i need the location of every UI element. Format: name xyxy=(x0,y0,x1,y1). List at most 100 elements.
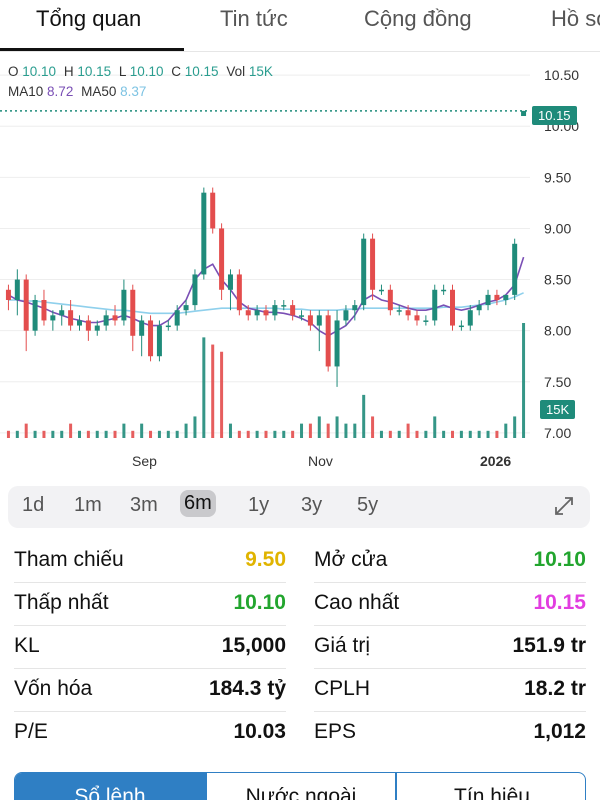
open-value: 10.10 xyxy=(22,64,57,79)
range-5y[interactable]: 5y xyxy=(357,494,378,517)
segment-order-book[interactable]: Sổ lệnh xyxy=(15,773,205,800)
candle-body xyxy=(227,274,233,290)
low-price-value: 10.10 xyxy=(233,591,286,614)
market-cap-value: 184.3 tỷ xyxy=(208,677,286,700)
bottom-segmented-control: Sổ lệnh Nước ngoài Tín hiệu xyxy=(14,772,586,800)
volume-bar xyxy=(104,430,108,438)
candle-body xyxy=(343,310,349,321)
volume-bar xyxy=(122,423,126,438)
range-3m[interactable]: 3m xyxy=(130,494,158,517)
stats-row: Tham chiếu 9.50 Mở cửa 10.10 xyxy=(0,540,600,582)
trade-value-value: 151.9 tr xyxy=(512,634,586,657)
tab-overview[interactable]: Tổng quan xyxy=(36,6,141,32)
candle-body xyxy=(14,279,20,300)
volume-bar xyxy=(193,416,197,438)
candle-body xyxy=(192,274,198,306)
volume-bar xyxy=(397,430,401,438)
open-price-label: Mở cửa xyxy=(314,548,388,571)
volume-bar xyxy=(211,344,215,438)
volume-bar xyxy=(335,416,339,438)
volume-bar xyxy=(371,416,375,438)
stats-row: KL 15,000 Giá trị 151.9 tr xyxy=(0,626,600,668)
ma10-label: MA10 xyxy=(8,84,44,99)
volume-bar xyxy=(202,337,206,438)
range-3y[interactable]: 3y xyxy=(301,494,322,517)
x-tick-label: Sep xyxy=(132,453,157,469)
volume-bar xyxy=(175,430,179,438)
candle-body xyxy=(94,325,100,331)
candle-body xyxy=(361,238,367,306)
candle-body xyxy=(263,310,269,316)
volume-bar xyxy=(513,416,517,438)
low-value: 10.10 xyxy=(129,64,164,79)
volume-bar xyxy=(33,430,37,438)
volume-bar xyxy=(51,430,55,438)
volume-bar xyxy=(157,430,161,438)
range-6m[interactable]: 6m xyxy=(180,490,216,517)
segment-signals[interactable]: Tín hiệu xyxy=(397,773,585,800)
ma50-label: MA50 xyxy=(81,84,117,99)
volume-bar xyxy=(24,423,28,438)
volume-value: 15K xyxy=(248,64,273,79)
volume-bar xyxy=(468,430,472,438)
last-price-tag: 10.15 xyxy=(532,106,577,125)
volume-bar xyxy=(388,430,392,438)
x-tick-label: 2026 xyxy=(480,453,511,469)
candle-body xyxy=(112,315,118,321)
candle-body xyxy=(405,310,411,316)
tab-profile[interactable]: Hồ sơ xyxy=(551,6,600,32)
volume-bar xyxy=(131,430,135,438)
volume-bar xyxy=(406,423,410,438)
volume-bar xyxy=(77,430,81,438)
volume-bar xyxy=(237,430,241,438)
tab-community[interactable]: Cộng đồng xyxy=(364,6,472,32)
candle-body xyxy=(467,310,473,326)
candlestick-chart-svg[interactable]: 10.5010.009.509.008.508.007.507.00Sep Nov… xyxy=(0,52,600,476)
volume-tag: 15K xyxy=(540,400,576,419)
volume-bar xyxy=(15,430,19,438)
volume-bar xyxy=(140,423,144,438)
candle-body xyxy=(325,315,331,367)
price-chart[interactable]: 10.50 10.00 9.50 9.00 8.50 8.00 7.50 7.00 Sep Nov… xyxy=(0,52,600,476)
segment-foreign[interactable]: Nước ngoài xyxy=(207,773,395,800)
y-tick-label: 9.00 xyxy=(544,220,571,236)
stats-row: Thấp nhất 10.10 Cao nhất 10.15 xyxy=(0,583,600,625)
volume-bar xyxy=(300,423,304,438)
eps-value: 1,012 xyxy=(533,720,586,743)
volume-bar xyxy=(308,423,312,438)
range-1d[interactable]: 1d xyxy=(22,494,44,517)
candle-body xyxy=(148,320,154,357)
low-label: L xyxy=(118,64,126,79)
volume-bar xyxy=(282,430,286,438)
candle-body xyxy=(174,310,180,326)
range-1m[interactable]: 1m xyxy=(74,494,102,517)
reference-price-label: Tham chiếu xyxy=(14,548,124,571)
tab-news[interactable]: Tin tức xyxy=(220,6,288,32)
volume-bar xyxy=(504,423,508,438)
x-tick-label: Nov xyxy=(308,453,333,469)
candle-body xyxy=(396,310,402,312)
volume-bar xyxy=(273,430,277,438)
expand-icon[interactable] xyxy=(552,494,576,518)
volume-bar xyxy=(220,351,224,438)
candle-body xyxy=(68,310,74,326)
candle-body xyxy=(245,310,251,316)
candle-body xyxy=(183,305,189,311)
volume-bar xyxy=(486,430,490,438)
stats-row: P/E 10.03 EPS 1,012 xyxy=(0,712,600,754)
volume-bar xyxy=(149,430,153,438)
volume-bar xyxy=(264,430,268,438)
candle-body xyxy=(201,192,207,275)
candle-body xyxy=(290,305,296,316)
candle-body xyxy=(59,310,65,316)
time-range-selector: 1d 1m 3m 6m 1y 3y 5y xyxy=(8,486,590,528)
volume-bar xyxy=(442,430,446,438)
ma50-value: 8.37 xyxy=(120,84,147,99)
candle-body xyxy=(423,320,429,322)
high-label: H xyxy=(63,64,74,79)
range-1y[interactable]: 1y xyxy=(248,494,269,517)
close-value: 10.15 xyxy=(184,64,219,79)
volume-bar xyxy=(113,430,117,438)
candle-body xyxy=(23,279,29,331)
volume-bar xyxy=(317,416,321,438)
